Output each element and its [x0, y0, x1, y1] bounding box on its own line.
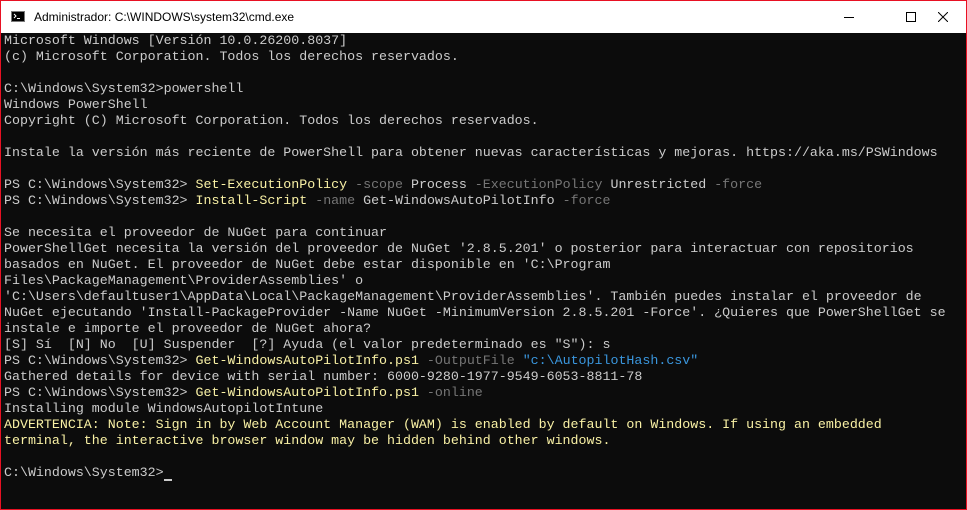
cmd-icon: [11, 11, 25, 22]
console-line: ADVERTENCIA: Note: Sign in by Web Accoun…: [4, 417, 966, 433]
console-param-text: -force: [706, 177, 763, 192]
console-line: Copyright (C) Microsoft Corporation. Tod…: [4, 113, 966, 129]
console-param-text: -ExecutionPolicy: [466, 177, 603, 192]
console-cmd-text: Install-Script: [195, 193, 308, 208]
console-line: terminal, the interactive browser window…: [4, 433, 966, 449]
console-text: Process: [402, 177, 467, 192]
console-param-text: -name: [307, 193, 356, 208]
console-text: Get-WindowsAutoPilotInfo: [355, 193, 555, 208]
close-icon: [938, 12, 948, 22]
console-text: Unrestricted: [602, 177, 707, 192]
console-line: Windows PowerShell: [4, 97, 966, 113]
minimize-icon: [844, 17, 854, 18]
console-line: Se necesita el proveedor de NuGet para c…: [4, 225, 966, 241]
cmd-window: Administrador: C:\WINDOWS\system32\cmd.e…: [0, 0, 967, 510]
maximize-icon: [906, 12, 916, 22]
console-line: Instale la versión más reciente de Power…: [4, 145, 966, 161]
console-text: 'C:\Users\defaultuser1\AppData\Local\Pac…: [4, 289, 922, 304]
console-text: C:\Windows\System32>powershell: [4, 81, 244, 96]
console-text: basados en NuGet. El proveedor de NuGet …: [4, 257, 611, 272]
console-text: Microsoft Windows [Versión 10.0.26200.80…: [4, 33, 348, 48]
console-param-text: -online: [418, 385, 483, 400]
console-text: Se necesita el proveedor de NuGet para c…: [4, 225, 388, 240]
console-line: PS C:\Windows\System32> Get-WindowsAutoP…: [4, 353, 966, 369]
console-line: Microsoft Windows [Versión 10.0.26200.80…: [4, 33, 966, 49]
console-line: basados en NuGet. El proveedor de NuGet …: [4, 257, 966, 273]
console-text: Files\PackageManagement\ProviderAssembli…: [4, 273, 364, 288]
minimize-button[interactable]: [826, 1, 872, 33]
console-line: C:\Windows\System32>: [4, 465, 966, 481]
text-cursor: [163, 479, 172, 481]
console-line: PowerShellGet necesita la versión del pr…: [4, 241, 966, 257]
console-line: C:\Windows\System32>powershell: [4, 81, 966, 97]
console-text: C:\Windows\System32>: [4, 465, 164, 480]
console-line: Gathered details for device with serial …: [4, 369, 966, 385]
console-text: [S] Sí [N] No [U] Suspender [?] Ayuda (e…: [4, 337, 611, 352]
console-line: (c) Microsoft Corporation. Todos los der…: [4, 49, 966, 65]
console-line: PS C:\Windows\System32> Install-Script -…: [4, 193, 966, 209]
console-text: PS C:\Windows\System32>: [4, 193, 196, 208]
console-line: Files\PackageManagement\ProviderAssembli…: [4, 273, 966, 289]
console-text: PS C:\Windows\System32>: [4, 385, 196, 400]
console-param-text: -force: [554, 193, 611, 208]
console-output[interactable]: Microsoft Windows [Versión 10.0.26200.80…: [4, 33, 966, 509]
console-text: (c) Microsoft Corporation. Todos los der…: [4, 49, 459, 64]
console-text: Installing module WindowsAutopilotIntune: [4, 401, 324, 416]
console-cmd-text: Get-WindowsAutoPilotInfo.ps1: [195, 385, 419, 400]
console-line: [S] Sí [N] No [U] Suspender [?] Ayuda (e…: [4, 337, 966, 353]
console-text: PS C:\Windows\System32>: [4, 353, 196, 368]
console-text: instale e importe el proveedor de NuGet …: [4, 321, 372, 336]
window-title: Administrador: C:\WINDOWS\system32\cmd.e…: [34, 10, 295, 24]
console-warn-text: ADVERTENCIA: Note: Sign in by Web Accoun…: [4, 417, 882, 432]
console-cmd-text: Get-WindowsAutoPilotInfo.ps1: [195, 353, 419, 368]
console-text: Instale la versión más reciente de Power…: [4, 145, 938, 160]
console-line: PS C:\Windows\System32> Set-ExecutionPol…: [4, 177, 966, 193]
console-line: instale e importe el proveedor de NuGet …: [4, 321, 966, 337]
console-text: Windows PowerShell: [4, 97, 148, 112]
close-button[interactable]: [920, 1, 966, 33]
console-text: NuGet ejecutando 'Install-PackageProvide…: [4, 305, 946, 320]
console-text: Gathered details for device with serial …: [4, 369, 643, 384]
console-cmd-text: Set-ExecutionPolicy: [195, 177, 348, 192]
console-param-text: -scope: [347, 177, 403, 192]
title-bar[interactable]: Administrador: C:\WINDOWS\system32\cmd.e…: [1, 1, 966, 33]
console-text: Copyright (C) Microsoft Corporation. Tod…: [4, 113, 539, 128]
console-param-text: -OutputFile: [418, 353, 515, 368]
console-text: PS C:\Windows\System32>: [4, 177, 196, 192]
console-text: PowerShellGet necesita la versión del pr…: [4, 241, 914, 256]
console-line: Installing module WindowsAutopilotIntune: [4, 401, 966, 417]
console-line: 'C:\Users\defaultuser1\AppData\Local\Pac…: [4, 289, 966, 305]
console-line: PS C:\Windows\System32> Get-WindowsAutoP…: [4, 385, 966, 401]
console-line: NuGet ejecutando 'Install-PackageProvide…: [4, 305, 966, 321]
console-warn-text: terminal, the interactive browser window…: [4, 433, 611, 448]
console-str-text: "c:\AutopilotHash.csv": [514, 353, 699, 368]
